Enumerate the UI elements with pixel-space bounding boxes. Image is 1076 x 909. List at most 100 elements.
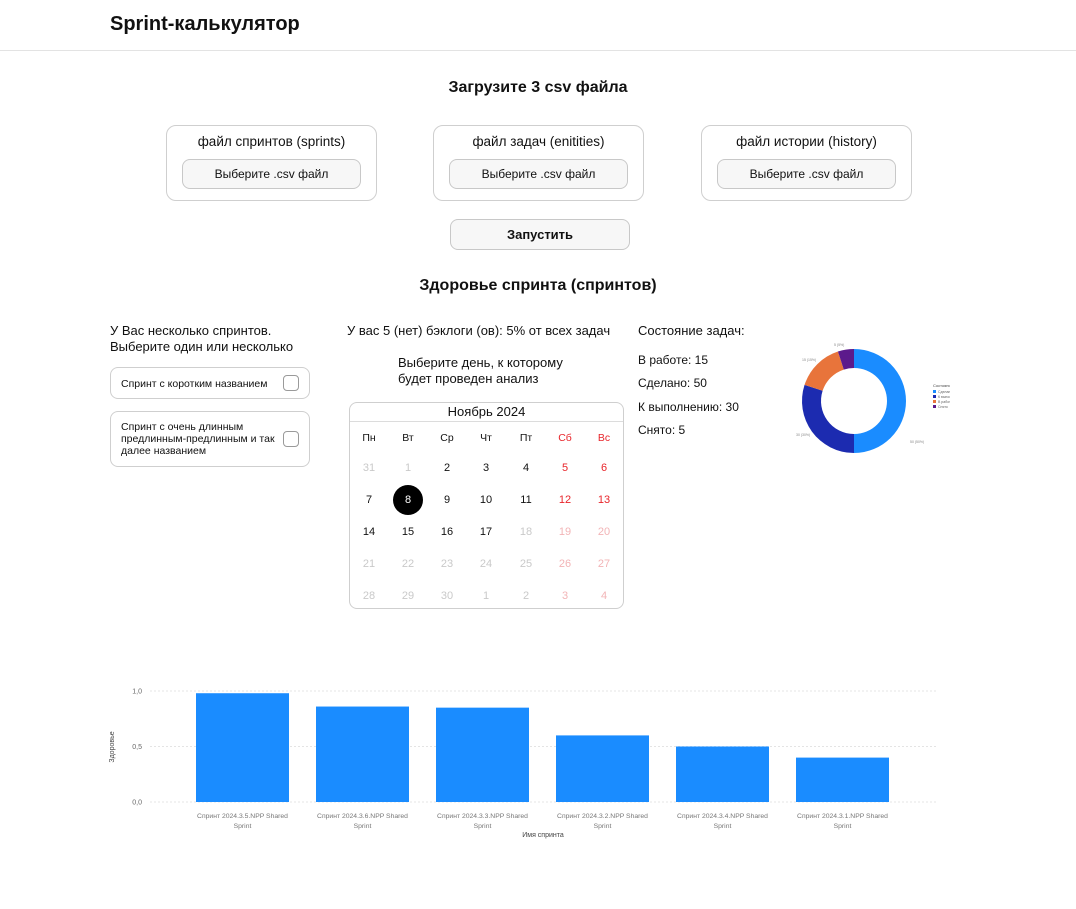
calendar-day[interactable]: 15: [393, 519, 423, 545]
bar-x-tick-label: Sprint: [354, 823, 372, 830]
bar: [676, 746, 769, 802]
calendar-day[interactable]: 28: [354, 583, 384, 609]
donut-legend-title: Состояние задач: [933, 383, 950, 388]
calendar-day[interactable]: 26: [550, 551, 580, 577]
calendar-day[interactable]: 23: [432, 551, 462, 577]
bar-y-axis-label: Здоровье: [109, 731, 116, 762]
donut-slice-label: 5 (5%): [834, 343, 844, 347]
calendar-day[interactable]: 21: [354, 551, 384, 577]
weekday-label: Сб: [558, 432, 572, 444]
calendar-day[interactable]: 14: [354, 519, 384, 545]
bar-x-tick-label: Sprint: [234, 823, 252, 830]
donut-svg: 50 (50%) 30 (30%) 15 (15%) 5 (5%) Состояние …: [796, 343, 965, 453]
day-prompt-line: будет проведен анализ: [398, 371, 539, 386]
calendar-day[interactable]: 4: [511, 455, 541, 481]
bar: [196, 693, 289, 802]
app-title: Sprint-калькулятор: [110, 13, 300, 35]
donut-legend-label: Сделано: [938, 390, 950, 394]
sprint-option-short[interactable]: Спринт с коротким названием: [110, 367, 310, 399]
bar-x-tick-label: Спринт 2024.3.3.NPP Shared: [437, 813, 528, 820]
run-button[interactable]: Запустить: [450, 219, 630, 250]
bar: [796, 757, 889, 802]
calendar: Ноябрь 2024 Пн Вт Ср Чт Пт Сб Вс 31 1 2 3 4 5 6 7 8 9 10 1…: [349, 402, 624, 609]
upload-card-entities: файл задач (enitities) Выберите .csv фай…: [433, 125, 644, 201]
calendar-day[interactable]: 1: [393, 455, 423, 481]
sprint-health-bar-chart: 0,0 0,5 1,0 Здоровье Спринт 2024.3.5.NPP Sha…: [100, 672, 950, 847]
calendar-day[interactable]: 29: [393, 583, 423, 609]
upload-heading: Загрузите 3 csv файла: [448, 79, 628, 96]
calendar-day[interactable]: 25: [511, 551, 541, 577]
choose-sprints-file-button[interactable]: Выберите .csv файл: [182, 159, 361, 189]
calendar-day[interactable]: 11: [511, 487, 541, 513]
calendar-day[interactable]: 18: [511, 519, 541, 545]
calendar-day[interactable]: 17: [471, 519, 501, 545]
bar-x-tick-label: Спринт 2024.3.6.NPP Shared: [317, 813, 408, 820]
bar-x-axis-label: Имя спринта: [522, 832, 564, 839]
calendar-day[interactable]: 12: [550, 487, 580, 513]
calendar-day[interactable]: 24: [471, 551, 501, 577]
bar-x-tick-label: Спринт 2024.3.5.NPP Shared: [197, 813, 288, 820]
calendar-day[interactable]: 5: [550, 455, 580, 481]
calendar-day[interactable]: 16: [432, 519, 462, 545]
bar-y-tick-label: 0,0: [132, 800, 142, 807]
bar-x-tick-label: Sprint: [834, 823, 852, 830]
donut-legend-label: В работе: [938, 400, 950, 404]
sprint-option-label: Спринт с коротким названием: [121, 378, 268, 390]
sprint-option-long[interactable]: Спринт с очень длинным предлинным-предли…: [110, 411, 310, 467]
sprint-prompt-line: У Вас несколько спринтов.: [110, 323, 272, 338]
bar-x-tick-label: Спринт 2024.3.2.NPP Shared: [557, 813, 648, 820]
calendar-day[interactable]: 2: [432, 455, 462, 481]
calendar-day[interactable]: 20: [589, 519, 619, 545]
donut-legend-label: К выполнению: [938, 395, 950, 399]
calendar-day[interactable]: 4: [589, 583, 619, 609]
bar-x-tick-label: Sprint: [714, 823, 732, 830]
task-status-donut-chart: 50 (50%) 30 (30%) 15 (15%) 5 (5%) Состояние …: [780, 336, 965, 466]
calendar-divider: [350, 421, 623, 422]
health-heading: Здоровье спринта (спринтов): [419, 277, 657, 294]
weekday-label: Вт: [402, 432, 414, 444]
calendar-day[interactable]: 22: [393, 551, 423, 577]
donut-legend-swatch: [933, 395, 936, 398]
bar-y-tick-label: 0,5: [132, 744, 142, 751]
calendar-day[interactable]: 6: [589, 455, 619, 481]
calendar-day[interactable]: 2: [511, 583, 541, 609]
donut-slice-label: 15 (15%): [802, 358, 816, 362]
upload-card-history: файл истории (history) Выберите .csv фай…: [701, 125, 912, 201]
donut-legend-swatch: [933, 390, 936, 393]
app-header: Sprint-калькулятор: [0, 0, 1076, 51]
task-status-done: Сделано: 50: [638, 376, 707, 390]
calendar-day[interactable]: 19: [550, 519, 580, 545]
bar: [556, 735, 649, 802]
calendar-month-label: Ноябрь 2024: [447, 404, 526, 419]
upload-card-title: файл задач (enitities): [472, 134, 605, 149]
choose-entities-file-button[interactable]: Выберите .csv файл: [449, 159, 628, 189]
calendar-day[interactable]: 27: [589, 551, 619, 577]
calendar-day[interactable]: 13: [589, 487, 619, 513]
calendar-day[interactable]: 7: [354, 487, 384, 513]
weekday-label: Ср: [440, 432, 454, 444]
bar: [316, 706, 409, 802]
calendar-day[interactable]: 9: [432, 487, 462, 513]
calendar-day[interactable]: 3: [471, 455, 501, 481]
calendar-day-selected[interactable]: 8: [393, 485, 423, 515]
weekday-label: Чт: [480, 432, 492, 444]
bar-x-tick-label: Спринт 2024.3.1.NPP Shared: [797, 813, 888, 820]
task-status-heading: Состояние задач:: [638, 323, 745, 338]
task-status-cancelled: Снято: 5: [638, 423, 686, 437]
weekday-label: Пн: [362, 432, 376, 444]
donut-slice-label: 50 (50%): [910, 440, 924, 444]
sprint-checkbox[interactable]: [283, 431, 299, 447]
calendar-day[interactable]: 10: [471, 487, 501, 513]
sprint-checkbox[interactable]: [283, 375, 299, 391]
bar: [436, 707, 529, 802]
task-status-in-progress: В работе: 15: [638, 353, 709, 367]
bar-x-tick-label: Sprint: [474, 823, 492, 830]
calendar-day[interactable]: 1: [471, 583, 501, 609]
calendar-day[interactable]: 31: [354, 455, 384, 481]
backlog-summary: У вас 5 (нет) бэклоги (ов): 5% от всех з…: [347, 323, 611, 338]
bar-y-tick-label: 1,0: [132, 689, 142, 696]
calendar-day[interactable]: 3: [550, 583, 580, 609]
donut-legend-label: Снято: [938, 405, 948, 409]
choose-history-file-button[interactable]: Выберите .csv файл: [717, 159, 896, 189]
calendar-day[interactable]: 30: [432, 583, 462, 609]
